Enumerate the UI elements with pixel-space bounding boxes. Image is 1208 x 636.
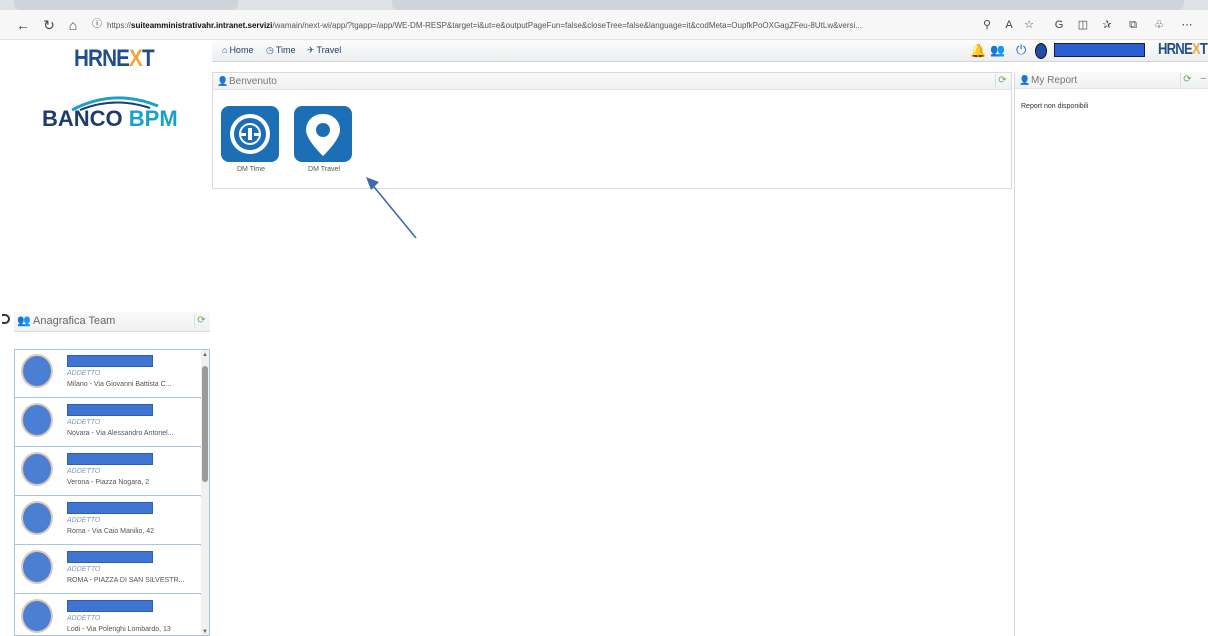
user-icon: 👤 <box>217 76 229 86</box>
team-group-icon[interactable]: 👥 <box>990 43 1005 57</box>
report-refresh-icon[interactable]: ⟳ <box>1180 73 1194 87</box>
browser-tab[interactable] <box>14 0 238 10</box>
avatar <box>21 550 53 584</box>
member-name-redacted <box>67 502 153 514</box>
member-name-redacted <box>67 355 153 367</box>
split-screen-icon[interactable]: ◫ <box>1074 16 1092 34</box>
member-address: Lodi - Via Polenghi Lombardo, 13 <box>67 626 171 633</box>
team-list[interactable]: ▲ ▼ ADDETTO Milano - Via Giovanni Battist… <box>14 349 210 636</box>
banco-bpm-logo: BANCO BPM <box>42 106 178 131</box>
team-member-row[interactable]: ADDETTO Lodi - Via Polenghi Lombardo, 13 <box>15 595 201 635</box>
team-member-row[interactable]: ADDETTO Novara - Via Alessandro Antonel..… <box>15 399 201 447</box>
team-panel-header: 👥 Anagrafica Team ⟳ <box>14 312 210 332</box>
report-panel-title: My Report <box>1031 75 1078 86</box>
avatar <box>21 354 53 388</box>
reload-icon[interactable]: ↻ <box>40 16 58 34</box>
plane-icon: ✈ <box>307 45 315 55</box>
report-panel-header: 👤 My Report ⟳ – <box>1015 72 1208 89</box>
nav-home[interactable]: ⌂ Home <box>222 45 253 55</box>
tile-label: DM Travel <box>308 166 340 173</box>
clock-icon: ◷ <box>266 45 274 55</box>
extensions-icon[interactable]: ♧ <box>1150 16 1168 34</box>
member-role: ADDETTO <box>67 419 101 426</box>
member-role: ADDETTO <box>67 615 101 622</box>
browser-essentials-icon[interactable]: G <box>1050 16 1068 34</box>
logout-power-icon[interactable]: ⏻ <box>1016 42 1026 58</box>
member-address: Verona - Piazza Nogara, 2 <box>67 479 150 486</box>
avatar <box>21 501 53 535</box>
avatar <box>21 452 53 486</box>
tile-dm-time[interactable]: DM Time <box>221 106 281 176</box>
url-prefix: https:// <box>107 21 132 30</box>
team-member-row[interactable]: ADDETTO Roma - Via Caio Manilio, 42 <box>15 497 201 545</box>
zoom-icon[interactable]: ⚲ <box>978 16 996 34</box>
url-host: suiteamministrativahr.intranet.servizi <box>131 21 273 30</box>
back-icon[interactable]: ← <box>14 16 32 34</box>
member-role: ADDETTO <box>67 370 101 377</box>
team-refresh-icon[interactable]: ⟳ <box>194 314 208 328</box>
scrollbar-thumb[interactable] <box>202 366 208 482</box>
report-panel: 👤 My Report ⟳ – Report non disponibili <box>1014 72 1208 636</box>
page-info-icon[interactable]: ⓘ <box>88 16 106 34</box>
address-bar[interactable]: https://suiteamministrativahr.intranet.s… <box>107 18 967 33</box>
hrnext-logo: HRNEXT <box>74 45 155 72</box>
dm-time-icon <box>221 106 279 162</box>
member-address: Roma - Via Caio Manilio, 42 <box>67 528 155 535</box>
user-icon: 👤 <box>1019 75 1031 85</box>
hrnext-small-logo: HRNEXT <box>1158 41 1208 58</box>
report-empty-message: Report non disponibili <box>1021 103 1089 110</box>
tile-dm-travel[interactable]: DM Travel <box>294 106 354 176</box>
team-panel-title: Anagrafica Team <box>33 315 116 327</box>
browser-toolbar: ← ↻ ⌂ ⓘ https://suiteamministrativahr.in… <box>0 10 1208 40</box>
member-name-redacted <box>67 404 153 416</box>
scroll-up-icon[interactable]: ▲ <box>202 352 208 358</box>
avatar <box>21 599 53 633</box>
browser-tab-active[interactable] <box>392 0 1184 10</box>
member-role: ADDETTO <box>67 517 101 524</box>
app-top-nav: ⌂ Home ◷ Time ✈ Travel 🔔 👥 ⏻ HRNEXT <box>212 40 1208 62</box>
welcome-panel-header: 👤 Benvenuto ⟳ <box>213 73 1011 90</box>
nav-time[interactable]: ◷ Time <box>266 45 296 56</box>
member-role: ADDETTO <box>67 468 101 475</box>
member-role: ADDETTO <box>67 566 101 573</box>
welcome-panel-title: Benvenuto <box>229 76 277 87</box>
annotation-arrow-icon <box>366 177 417 239</box>
member-name-redacted <box>67 600 153 612</box>
member-address: Milano - Via Giovanni Battista C... <box>67 381 172 388</box>
member-name-redacted <box>67 453 153 465</box>
member-address: Novara - Via Alessandro Antonel... <box>67 430 174 437</box>
collapse-handle-icon[interactable] <box>2 314 10 324</box>
user-name-redacted[interactable] <box>1054 43 1145 57</box>
dm-travel-icon <box>294 106 352 162</box>
nav-travel[interactable]: ✈ Travel <box>307 45 341 56</box>
favorite-star-icon[interactable]: ☆ <box>1020 16 1038 34</box>
notification-bell-icon[interactable]: 🔔 <box>970 43 986 59</box>
team-member-row[interactable]: ADDETTO ROMA - PIAZZA DI SAN SILVESTR... <box>15 546 201 594</box>
url-path: /wamain/next-wi/app/?tgapp=/app/WE-DM-RE… <box>272 21 862 30</box>
scroll-down-icon[interactable]: ▼ <box>202 629 208 635</box>
user-avatar[interactable] <box>1035 43 1047 59</box>
member-name-redacted <box>67 551 153 563</box>
read-aloud-icon[interactable]: A <box>1000 16 1018 34</box>
minimize-icon[interactable]: – <box>1200 73 1206 84</box>
team-member-row[interactable]: ADDETTO Verona - Piazza Nogara, 2 <box>15 448 201 496</box>
team-people-icon: 👥 <box>17 315 31 327</box>
home-browser-icon[interactable]: ⌂ <box>64 16 82 34</box>
left-column: HRNEXT BANCO BPM 👥 Anagrafica Team ⟳ ▲ ▼… <box>0 40 210 636</box>
more-menu-icon[interactable]: ⋯ <box>1178 16 1196 34</box>
member-address: ROMA - PIAZZA DI SAN SILVESTR... <box>67 577 185 584</box>
team-list-scrollbar[interactable]: ▲ ▼ <box>200 350 209 635</box>
tile-label: DM Time <box>237 166 265 173</box>
home-icon: ⌂ <box>222 45 228 55</box>
welcome-refresh-icon[interactable]: ⟳ <box>995 74 1009 88</box>
avatar <box>21 403 53 437</box>
browser-tab-strip <box>0 0 1208 10</box>
welcome-panel: 👤 Benvenuto ⟳ DM Time DM Travel <box>212 72 1012 189</box>
favorites-icon[interactable]: ✰ <box>1098 16 1116 34</box>
collections-icon[interactable]: ⧉ <box>1124 16 1142 34</box>
team-member-row[interactable]: ADDETTO Milano - Via Giovanni Battista C.… <box>15 350 201 398</box>
